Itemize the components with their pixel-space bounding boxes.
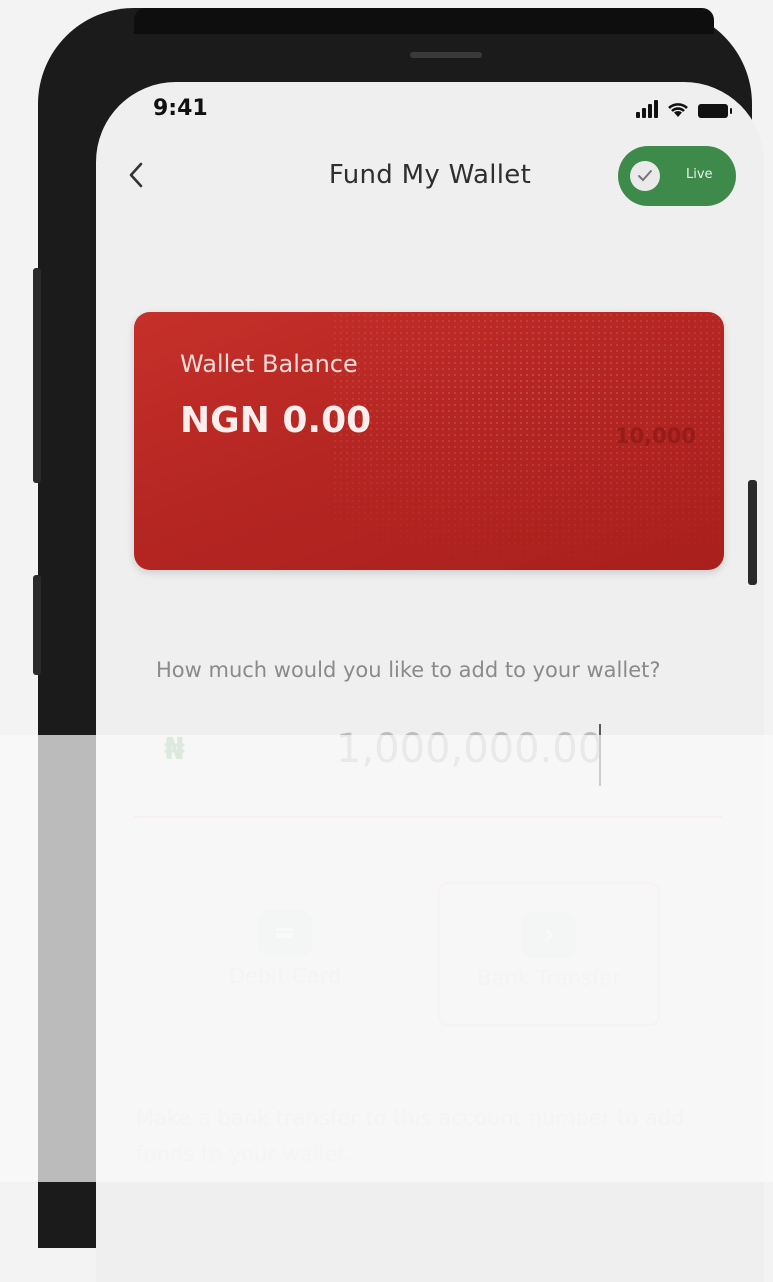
bank-transfer-option[interactable]: Bank Transfer: [438, 882, 660, 1026]
wallet-balance-card: Wallet Balance NGN 0.00 10,000: [134, 312, 724, 570]
amount-input[interactable]: [336, 726, 626, 772]
phone-top-edge: [134, 8, 714, 34]
transfer-icon: [522, 912, 576, 958]
wallet-balance-label: Wallet Balance: [180, 350, 358, 378]
live-toggle[interactable]: Live: [618, 146, 736, 206]
battery-icon: [698, 104, 732, 118]
status-icons: [636, 100, 732, 118]
live-label: Live: [686, 167, 713, 182]
volume-button-lower: [33, 575, 41, 675]
debit-card-option[interactable]: Debit Card: [176, 882, 394, 1022]
speaker-grille: [410, 52, 482, 58]
card-icon: [258, 910, 312, 956]
wifi-icon: [668, 103, 688, 117]
signal-icon: [636, 100, 658, 118]
status-time: 9:41: [153, 96, 208, 121]
power-button: [748, 480, 757, 585]
naira-icon: ₦: [164, 732, 185, 767]
debit-card-label: Debit Card: [228, 964, 342, 988]
text-caret: [599, 724, 601, 786]
wallet-balance-amount: NGN 0.00: [180, 400, 372, 441]
amount-underline: [134, 816, 722, 818]
app-screen: 9:41 Fund My Wallet Live Wallet Balance …: [96, 82, 764, 1282]
phone-frame: 9:41 Fund My Wallet Live Wallet Balance …: [38, 8, 764, 1282]
card-watermark-amount: 10,000: [614, 424, 696, 448]
transfer-instructions: Make a bank transfer to this account num…: [136, 1106, 685, 1166]
check-icon: [630, 161, 660, 191]
amount-prompt: How much would you like to add to your w…: [156, 658, 661, 682]
volume-button: [33, 268, 41, 483]
bank-transfer-label: Bank Transfer: [477, 966, 621, 990]
